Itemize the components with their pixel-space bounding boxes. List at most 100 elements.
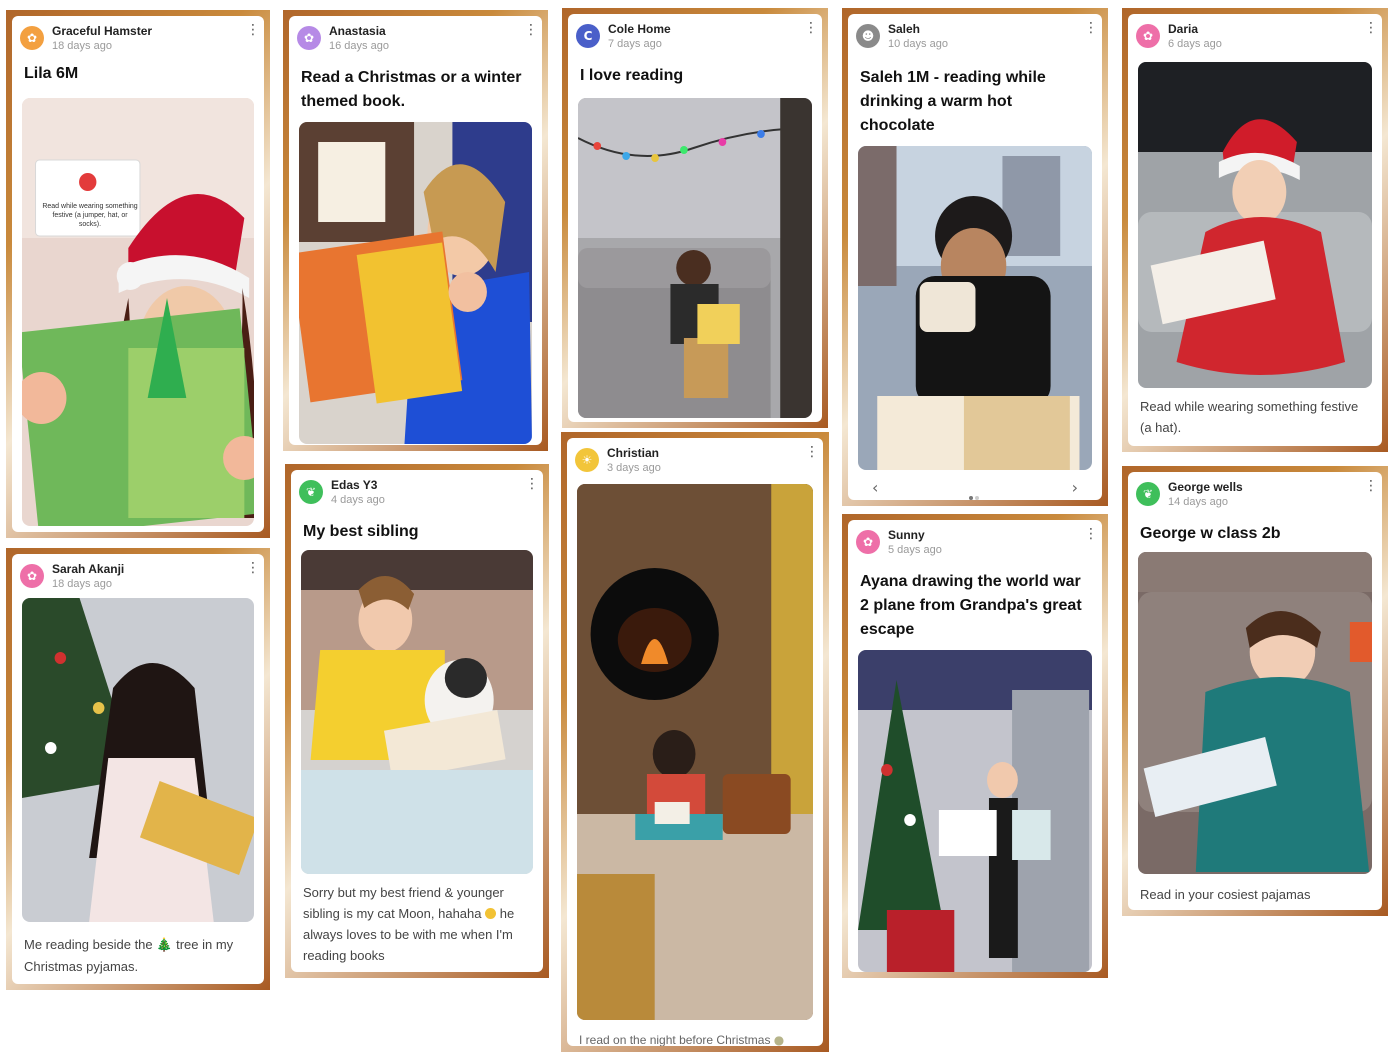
- post-card[interactable]: ☀ Christian 3 days ago ⋮ I read on the n…: [567, 438, 823, 1046]
- post-author: Edas Y3: [331, 478, 378, 492]
- flower-icon: ✿: [1136, 24, 1160, 48]
- post-card-frame: ✿ Sarah Akanji 18 days ago ⋮ Me reading …: [6, 548, 270, 990]
- more-options-icon[interactable]: ⋮: [1364, 21, 1378, 40]
- post-caption: Me reading beside the 🎄 tree in my Chris…: [24, 934, 252, 977]
- avatar-letter: C: [576, 24, 600, 48]
- more-options-icon[interactable]: ⋮: [804, 21, 818, 40]
- post-photo[interactable]: [858, 146, 1092, 470]
- post-photo[interactable]: [577, 484, 813, 1020]
- post-card[interactable]: C Cole Home 7 days ago ⋮ I love reading: [568, 14, 822, 422]
- carousel-dots: [968, 487, 982, 500]
- post-header: ✿ Graceful Hamster 18 days ago ⋮: [20, 22, 260, 56]
- post-card[interactable]: ❦ George wells 14 days ago ⋮ George w cl…: [1128, 472, 1382, 910]
- more-options-icon[interactable]: ⋮: [805, 445, 819, 464]
- post-timestamp: 18 days ago: [52, 578, 112, 590]
- post-author: Daria: [1168, 22, 1199, 36]
- post-card[interactable]: ✿ Graceful Hamster 18 days ago ⋮ Lila 6M: [12, 16, 264, 532]
- post-header: ❦ Edas Y3 4 days ago ⋮: [299, 476, 539, 510]
- plant-icon: ❦: [1136, 482, 1160, 506]
- post-header: ☀ Christian 3 days ago ⋮: [575, 444, 819, 478]
- post-card-frame: C Cole Home 7 days ago ⋮ I love reading: [562, 8, 828, 428]
- post-card-frame: ✿ Anastasia 16 days ago ⋮ Read a Christm…: [283, 10, 548, 451]
- robot-icon: ☻: [856, 24, 880, 48]
- post-author: Graceful Hamster: [52, 24, 153, 38]
- post-timestamp: 4 days ago: [331, 494, 385, 506]
- more-options-icon[interactable]: ⋮: [1084, 21, 1098, 40]
- post-header: ✿ Daria 6 days ago ⋮: [1136, 20, 1378, 54]
- post-caption: Sorry but my best friend & younger sibli…: [303, 882, 531, 966]
- more-options-icon[interactable]: ⋮: [524, 23, 538, 42]
- post-title: Lila 6M: [24, 65, 79, 82]
- post-timestamp: 10 days ago: [888, 38, 948, 50]
- sun-icon: ☀: [575, 448, 599, 472]
- flower-icon: ✿: [297, 26, 321, 50]
- laughing-emoji-icon: [485, 908, 497, 919]
- post-caption: Read while wearing something festive (a …: [1140, 399, 1359, 435]
- challenge-badge: Read while wearing something festive (a …: [42, 203, 138, 228]
- post-author: Sarah Akanji: [52, 562, 125, 576]
- post-timestamp: 3 days ago: [607, 462, 661, 474]
- more-options-icon[interactable]: ⋮: [1364, 479, 1378, 498]
- post-title: Read a Christmas or a winter themed book…: [301, 69, 522, 110]
- post-header: ✿ Sunny 5 days ago ⋮: [856, 526, 1098, 560]
- post-timestamp: 7 days ago: [608, 38, 662, 50]
- flower-icon: ✿: [856, 530, 880, 554]
- post-author: George wells: [1168, 480, 1243, 494]
- post-photo[interactable]: [299, 122, 532, 444]
- post-card-frame: ✿ Graceful Hamster 18 days ago ⋮ Lila 6M: [6, 10, 270, 538]
- post-timestamp: 16 days ago: [329, 40, 389, 52]
- post-title: George w class 2b: [1140, 525, 1281, 542]
- post-photo[interactable]: Read while wearing something festive (a …: [22, 98, 254, 526]
- more-options-icon[interactable]: ⋮: [1084, 527, 1098, 546]
- photo-carousel: ‹ ›: [858, 478, 1092, 500]
- carousel-prev-icon[interactable]: ‹: [872, 478, 878, 497]
- post-card-frame: ☀ Christian 3 days ago ⋮ I read on the n…: [561, 432, 829, 1052]
- post-header: ❦ George wells 14 days ago ⋮: [1136, 478, 1378, 512]
- post-timestamp: 5 days ago: [888, 544, 942, 556]
- post-header: C Cole Home 7 days ago ⋮: [576, 20, 818, 54]
- post-photo[interactable]: [1138, 552, 1372, 874]
- more-options-icon[interactable]: ⋮: [246, 561, 260, 580]
- post-photo[interactable]: [301, 550, 533, 874]
- tree-icon: 🎄: [156, 938, 173, 953]
- post-caption: I read on the night before Christmas ●: [579, 1030, 811, 1046]
- post-card-frame: ☻ Saleh 10 days ago ⋮ Saleh 1M - reading…: [842, 8, 1108, 506]
- post-photo[interactable]: [1138, 62, 1372, 388]
- caption-text: I read on the night before Christmas: [579, 1033, 771, 1046]
- post-card[interactable]: ✿ Sarah Akanji 18 days ago ⋮ Me reading …: [12, 554, 264, 984]
- more-options-icon[interactable]: ⋮: [246, 23, 260, 42]
- post-author: Christian: [607, 446, 660, 460]
- post-title: Saleh 1M - reading while drinking a warm…: [860, 69, 1046, 134]
- post-photo[interactable]: [858, 650, 1092, 972]
- caption-text: Sorry but my best friend & younger sibli…: [303, 885, 504, 921]
- caption-text: Me reading beside the: [24, 937, 153, 952]
- post-title: I love reading: [580, 67, 684, 84]
- post-card[interactable]: ✿ Anastasia 16 days ago ⋮ Read a Christm…: [289, 16, 542, 445]
- post-timestamp: 14 days ago: [1168, 496, 1228, 508]
- post-card-frame: ✿ Sunny 5 days ago ⋮ Ayana drawing the w…: [842, 514, 1108, 978]
- more-options-icon[interactable]: ⋮: [525, 477, 539, 496]
- post-card[interactable]: ✿ Daria 6 days ago ⋮ Read while wearing …: [1128, 14, 1382, 446]
- post-caption: Read in your cosiest pajamas: [1140, 887, 1311, 902]
- post-timestamp: 18 days ago: [52, 40, 112, 52]
- hamster-icon: ✿: [20, 26, 44, 50]
- post-photo[interactable]: [578, 98, 812, 418]
- post-header: ✿ Sarah Akanji 18 days ago ⋮: [20, 560, 260, 594]
- post-author: Cole Home: [608, 22, 671, 36]
- post-header: ☻ Saleh 10 days ago ⋮: [856, 20, 1098, 54]
- pear-icon: ●: [773, 1033, 785, 1046]
- post-card-frame: ❦ George wells 14 days ago ⋮ George w cl…: [1122, 466, 1388, 916]
- post-author: Saleh: [888, 22, 921, 36]
- post-card[interactable]: ☻ Saleh 10 days ago ⋮ Saleh 1M - reading…: [848, 14, 1102, 500]
- carousel-next-icon[interactable]: ›: [1072, 478, 1078, 497]
- post-timestamp: 6 days ago: [1168, 38, 1222, 50]
- post-header: ✿ Anastasia 16 days ago ⋮: [297, 22, 538, 56]
- post-card[interactable]: ❦ Edas Y3 4 days ago ⋮ My best sibling S…: [291, 470, 543, 972]
- post-photo[interactable]: [22, 598, 254, 922]
- post-author: Sunny: [888, 528, 925, 542]
- post-author: Anastasia: [329, 24, 386, 38]
- flower-icon: ✿: [20, 564, 44, 588]
- post-card-frame: ✿ Daria 6 days ago ⋮ Read while wearing …: [1122, 8, 1388, 452]
- post-card[interactable]: ✿ Sunny 5 days ago ⋮ Ayana drawing the w…: [848, 520, 1102, 972]
- post-title: My best sibling: [303, 523, 419, 540]
